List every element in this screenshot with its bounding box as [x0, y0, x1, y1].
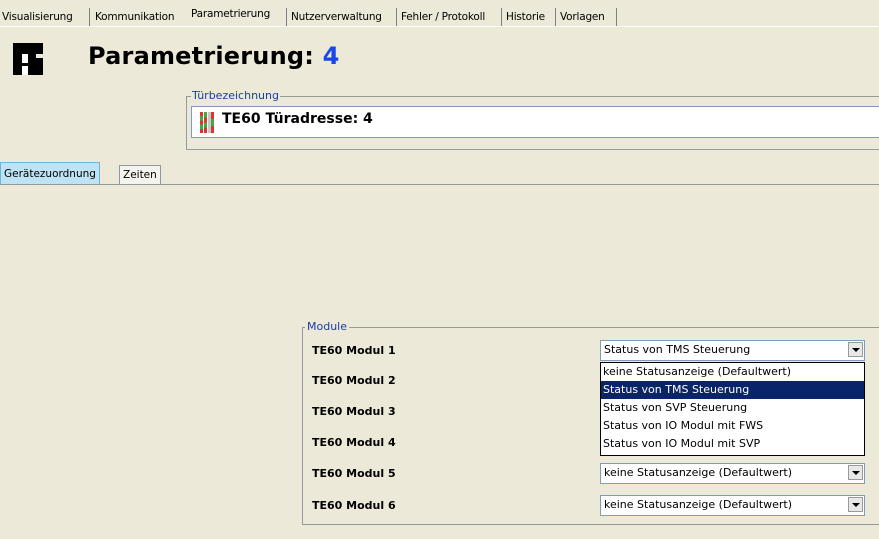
module-6-label: TE60 Modul 6: [312, 499, 396, 512]
tab-separator: [501, 8, 502, 26]
dropdown-option[interactable]: keine Statusanzeige (Defaultwert): [601, 363, 864, 381]
module-5-select-value: keine Statusanzeige (Defaultwert): [604, 466, 793, 479]
tab-vorlagen[interactable]: Vorlagen: [559, 8, 606, 26]
module-2-label: TE60 Modul 2: [312, 374, 396, 387]
door-designation-legend: Türbezeichnung: [191, 89, 280, 102]
dropdown-option[interactable]: Status von IO Modul mit SVP: [601, 435, 864, 453]
module-3-label: TE60 Modul 3: [312, 405, 396, 418]
page-title: Parametrierung: 4: [88, 42, 340, 70]
dropdown-option-selected[interactable]: Status von TMS Steuerung: [601, 381, 864, 399]
tab-zeiten[interactable]: Zeiten: [119, 165, 161, 185]
page-title-number: 4: [322, 42, 340, 70]
dropdown-option[interactable]: Status von SVP Steuerung: [601, 399, 864, 417]
dropdown-arrow-button[interactable]: [848, 342, 863, 357]
door-designation-text: TE60 Türadresse: 4: [222, 111, 373, 127]
sub-tab-strip: Gerätezuordnung Zeiten: [0, 161, 879, 186]
tab-separator: [616, 8, 617, 26]
module-6-select-value: keine Statusanzeige (Defaultwert): [604, 498, 793, 511]
tab-kommunikation[interactable]: Kommunikation: [94, 8, 175, 26]
door-designation-box: TE60 Türadresse: 4: [191, 106, 879, 138]
module-1-select[interactable]: Status von TMS Steuerung: [600, 340, 865, 361]
module-5-label: TE60 Modul 5: [312, 467, 396, 480]
main-tab-strip: Visualisierung Kommunikation Parametrier…: [0, 0, 879, 30]
dropdown-arrow-button[interactable]: [848, 497, 863, 512]
module-1-label: TE60 Modul 1: [312, 344, 396, 357]
tab-geraetezuordnung[interactable]: Gerätezuordnung: [0, 162, 100, 186]
tab-historie[interactable]: Historie: [505, 8, 546, 26]
tab-strip-line: [0, 26, 879, 27]
door-designation-group: Türbezeichnung TE60 Türadresse: 4: [186, 89, 879, 150]
module-4-label: TE60 Modul 4: [312, 436, 396, 449]
module-5-select[interactable]: keine Statusanzeige (Defaultwert): [600, 463, 865, 484]
tab-nutzerverwaltung[interactable]: Nutzerverwaltung: [290, 8, 383, 26]
tab-fehler-protokoll[interactable]: Fehler / Protokoll: [400, 8, 486, 26]
page-title-label: Parametrierung:: [88, 42, 315, 70]
tab-separator: [555, 8, 556, 26]
tab-visualisierung[interactable]: Visualisierung: [1, 8, 74, 26]
dropdown-arrow-button[interactable]: [848, 465, 863, 480]
app-logo-icon: [13, 43, 43, 75]
modules-legend: Module: [305, 320, 349, 333]
chevron-down-icon: [852, 348, 860, 352]
module-1-select-value: Status von TMS Steuerung: [604, 343, 751, 356]
dropdown-option[interactable]: Status von IO Modul mit FWS: [601, 417, 864, 435]
chevron-down-icon: [852, 503, 860, 507]
door-icon: [200, 112, 214, 133]
tab-separator: [396, 8, 397, 26]
tab-parametrierung[interactable]: Parametrierung: [190, 5, 272, 26]
tab-separator: [286, 8, 287, 26]
module-1-dropdown-list: keine Statusanzeige (Defaultwert) Status…: [600, 362, 865, 456]
module-6-select[interactable]: keine Statusanzeige (Defaultwert): [600, 495, 865, 516]
chevron-down-icon: [852, 471, 860, 475]
tab-separator: [89, 8, 90, 26]
